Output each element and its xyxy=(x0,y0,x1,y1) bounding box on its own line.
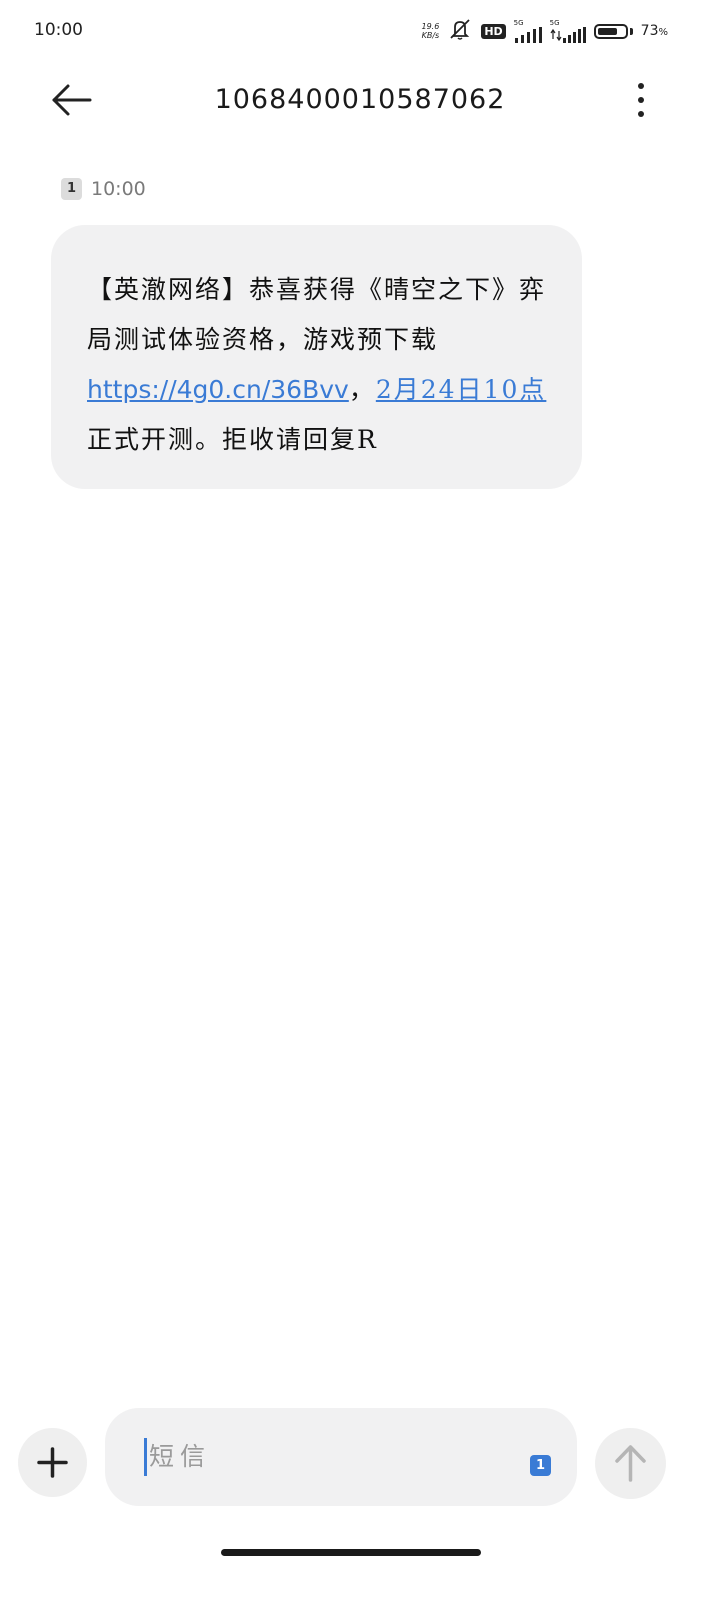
sim-badge: 1 xyxy=(61,178,82,200)
battery-body xyxy=(593,23,628,39)
arrow-up-icon xyxy=(615,1445,646,1482)
text-cursor xyxy=(144,1438,147,1476)
message-time: 10:00 xyxy=(91,178,146,200)
message-text-part: 【英澈网络】恭喜获得《晴空之下》弈局测试体验资格，游戏预下载 xyxy=(87,275,547,354)
network-speed-unit: KB/s xyxy=(421,31,440,40)
signal-icon xyxy=(550,26,586,43)
more-vertical-icon xyxy=(638,83,644,117)
message-date-link[interactable]: 2月24日10点 xyxy=(376,375,547,404)
network-speed: 19.6 KB/s xyxy=(422,22,440,40)
message-bubble[interactable]: 【英澈网络】恭喜获得《晴空之下》弈局测试体验资格，游戏预下载 https://4g… xyxy=(51,225,582,489)
mute-vibrate-icon xyxy=(447,18,473,44)
signal-5g-2: 5G xyxy=(549,18,586,43)
status-time: 10:00 xyxy=(34,20,83,40)
battery-level-fill xyxy=(597,27,617,35)
message-link[interactable]: https://4g0.cn/36Bvv xyxy=(87,375,349,404)
status-bar: 10:00 19.6 KB/s HD 5G 5G 73% xyxy=(0,0,720,62)
message-text-part: 正式开测。拒收请回复R xyxy=(87,425,378,454)
signal-type-label: 5G xyxy=(549,18,560,27)
message-meta: 1 10:00 xyxy=(61,178,146,200)
more-options-button[interactable] xyxy=(622,76,662,124)
network-speed-value: 19.6 xyxy=(421,22,440,31)
message-input[interactable]: 短信 1 xyxy=(105,1408,577,1506)
status-icons: 19.6 KB/s HD 5G 5G 73% xyxy=(422,16,668,46)
message-input-placeholder: 短信 xyxy=(149,1442,212,1471)
plus-icon xyxy=(37,1447,68,1478)
message-text-part: ， xyxy=(348,375,376,404)
message-text: 【英澈网络】恭喜获得《晴空之下》弈局测试体验资格，游戏预下载 https://4g… xyxy=(87,265,550,465)
send-button[interactable] xyxy=(595,1428,666,1499)
add-attachment-button[interactable] xyxy=(18,1428,87,1497)
signal-icon xyxy=(514,26,542,43)
conversation-title: 1068400010587062 xyxy=(214,84,506,115)
signal-5g-1: 5G xyxy=(513,18,542,43)
battery-icon xyxy=(593,23,633,39)
home-indicator[interactable] xyxy=(221,1549,481,1556)
battery-percent: 73% xyxy=(640,23,668,39)
sim-select-button[interactable]: 1 xyxy=(530,1455,551,1476)
battery-percent-value: 73 xyxy=(640,23,659,39)
conversation-header: 1068400010587062 xyxy=(0,62,720,142)
signal-type-label: 5G xyxy=(513,18,524,27)
battery-tip xyxy=(629,27,633,35)
hd-voice-icon: HD xyxy=(481,23,506,39)
